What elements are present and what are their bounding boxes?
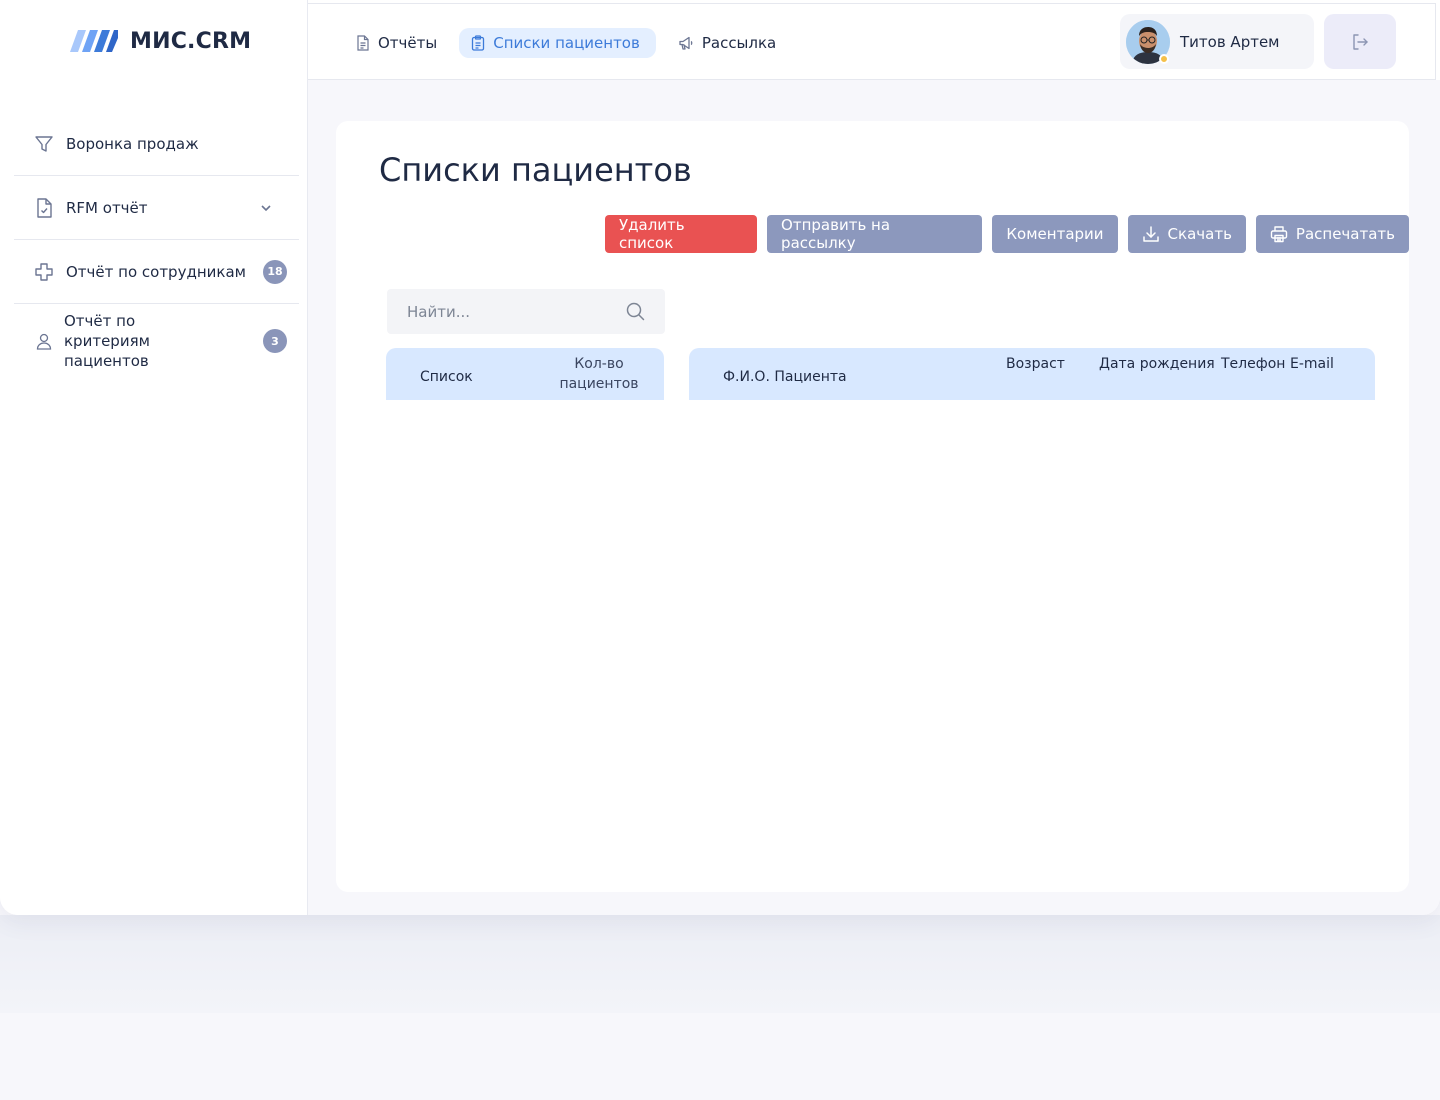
button-label: Скачать bbox=[1167, 225, 1232, 243]
column-header-email[interactable]: E-mail bbox=[1290, 354, 1334, 374]
avatar bbox=[1126, 19, 1170, 64]
top-nav: Отчёты Списки пациентов Рассылка bbox=[344, 28, 788, 58]
delete-list-button[interactable]: Удалить список bbox=[605, 215, 758, 253]
sidebar-item-label: Отчёт по критериям пациентов bbox=[64, 312, 150, 370]
column-header-full-name[interactable]: Ф.И.О. Пациента bbox=[723, 367, 847, 387]
column-header-patient-count[interactable]: Кол-во пациентов bbox=[556, 354, 642, 394]
count-badge: 18 bbox=[263, 259, 287, 284]
sidebar-nav: Воронка продаж RFM отчёт Отчёт по сотруд… bbox=[14, 112, 299, 378]
search-box bbox=[387, 289, 665, 334]
search-input[interactable] bbox=[407, 302, 626, 321]
user-name: Титов Артем bbox=[1180, 32, 1280, 51]
sidebar-item-label: Отчёт по сотрудникам bbox=[66, 262, 246, 281]
megaphone-icon bbox=[679, 36, 693, 50]
lists-table-header: Список Кол-во пациентов bbox=[386, 348, 664, 400]
patients-table-header: Ф.И.О. Пациента Возраст Дата рождения Те… bbox=[689, 348, 1375, 400]
sidebar-item-patient-criteria-report[interactable]: Отчёт по критериям пациентов 3 bbox=[14, 304, 299, 378]
tab-label: Списки пациентов bbox=[493, 34, 640, 52]
logout-button[interactable] bbox=[1324, 14, 1396, 69]
document-check-icon bbox=[34, 197, 54, 218]
column-header-phone[interactable]: Телефон bbox=[1221, 354, 1285, 374]
sidebar-item-employee-report[interactable]: Отчёт по сотрудникам 18 bbox=[14, 240, 299, 304]
button-label: Удалить список bbox=[619, 216, 685, 252]
logo-text: МИС.CRM bbox=[130, 28, 252, 54]
sidebar: МИС.CRM Воронка продаж RFM отчёт Отчёт п… bbox=[0, 0, 308, 915]
count-badge: 3 bbox=[263, 329, 287, 353]
chevron-down-icon[interactable] bbox=[259, 201, 273, 215]
logo-icon bbox=[70, 30, 118, 52]
status-indicator bbox=[1159, 53, 1169, 64]
tab-label: Рассылка bbox=[701, 34, 777, 52]
sidebar-item-rfm-report[interactable]: RFM отчёт bbox=[14, 176, 299, 240]
download-icon bbox=[1142, 226, 1159, 242]
user-icon bbox=[34, 331, 54, 351]
tab-label: Отчёты bbox=[378, 34, 438, 52]
clipboard-icon bbox=[472, 35, 485, 51]
column-header-birth-date[interactable]: Дата рождения bbox=[1099, 354, 1215, 374]
user-profile[interactable]: Титов Артем bbox=[1120, 14, 1314, 69]
content-card: Списки пациентов Удалить список Отправит… bbox=[336, 121, 1409, 892]
app-window: МИС.CRM Воронка продаж RFM отчёт Отчёт п… bbox=[0, 0, 1440, 915]
action-toolbar: Удалить список Отправить на рассылку Ком… bbox=[605, 215, 1409, 253]
logout-icon bbox=[1353, 33, 1368, 50]
funnel-icon bbox=[34, 134, 54, 154]
sidebar-item-sales-funnel[interactable]: Воронка продаж bbox=[14, 112, 299, 176]
comments-button[interactable]: Коментарии bbox=[992, 215, 1118, 253]
button-label: Распечатать bbox=[1295, 225, 1395, 243]
send-to-mailing-button[interactable]: Отправить на рассылку bbox=[767, 215, 983, 253]
sidebar-item-label: Воронка продаж bbox=[66, 134, 199, 153]
download-button[interactable]: Скачать bbox=[1127, 215, 1246, 253]
column-header-age[interactable]: Возраст bbox=[1006, 354, 1065, 374]
topbar: Отчёты Списки пациентов Рассылка Титов А… bbox=[308, 3, 1436, 80]
search-icon[interactable] bbox=[626, 302, 645, 321]
tab-patient-lists[interactable]: Списки пациентов bbox=[459, 28, 656, 58]
page-title: Списки пациентов bbox=[379, 151, 692, 189]
button-label: Коментарии bbox=[1006, 225, 1104, 243]
column-header-list[interactable]: Список bbox=[420, 367, 473, 387]
tab-reports[interactable]: Отчёты bbox=[344, 28, 449, 58]
sidebar-item-label: RFM отчёт bbox=[66, 198, 148, 217]
print-button[interactable]: Распечатать bbox=[1255, 215, 1409, 253]
tab-mailing[interactable]: Рассылка bbox=[666, 28, 788, 58]
printer-icon bbox=[1270, 226, 1288, 243]
button-label: Отправить на рассылку bbox=[781, 216, 891, 252]
window-shadow bbox=[0, 915, 1440, 1013]
plus-cross-icon bbox=[34, 262, 54, 282]
document-icon bbox=[357, 35, 369, 51]
logo[interactable]: МИС.CRM bbox=[70, 26, 251, 56]
